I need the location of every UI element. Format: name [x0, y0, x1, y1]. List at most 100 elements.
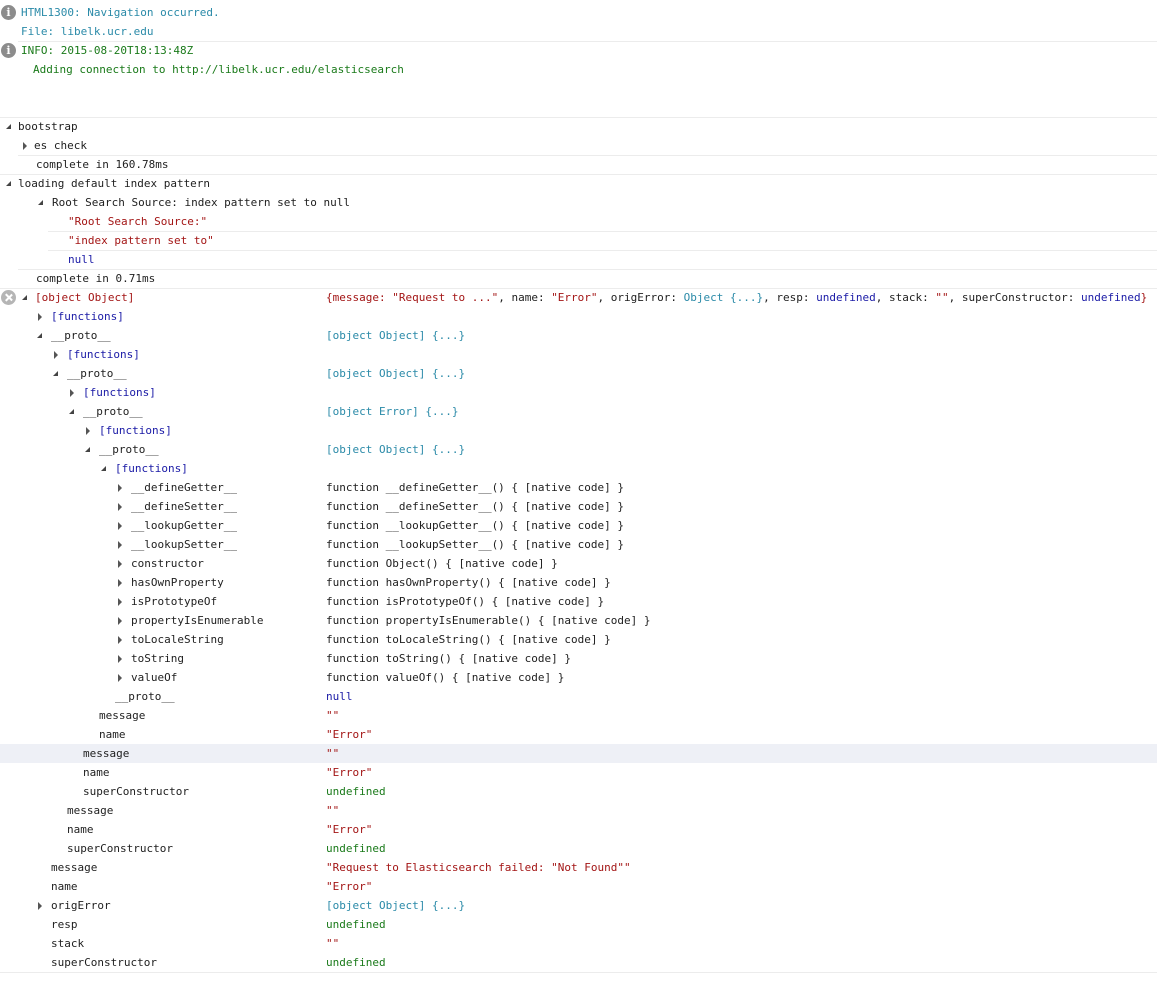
collapsed-triangle-icon[interactable]	[115, 535, 125, 554]
info-message-text: Adding connection to http://libelk.ucr.e…	[33, 63, 404, 76]
tree-row[interactable]: [functions]	[0, 459, 1157, 478]
property-value: "Error"	[326, 728, 373, 741]
nav-file-text: File: libelk.ucr.edu	[21, 25, 154, 38]
summary-token: undefined	[816, 291, 876, 304]
property-value: function isPrototypeOf() { [native code]…	[326, 595, 605, 608]
expanded-triangle-icon[interactable]	[4, 174, 14, 193]
expanded-triangle-icon[interactable]	[4, 117, 14, 136]
summary-token: , name:	[498, 291, 552, 304]
property-key: [functions]	[99, 424, 172, 437]
property-value: "Error"	[326, 823, 373, 836]
collapsed-triangle-icon[interactable]	[115, 668, 125, 687]
expanded-triangle-icon[interactable]	[20, 288, 30, 307]
expanded-triangle-icon[interactable]	[36, 193, 46, 212]
collapsed-triangle-icon[interactable]	[115, 516, 125, 535]
expanded-triangle-icon[interactable]	[35, 326, 45, 345]
property-value: function __lookupGetter__() { [native co…	[326, 519, 625, 532]
tree-row[interactable]: __lookupGetter__ function __lookupGetter_…	[0, 516, 1157, 535]
tree-row[interactable]: __lookupSetter__ function __lookupSetter_…	[0, 535, 1157, 554]
property-key: superConstructor	[67, 842, 173, 855]
tree-row[interactable]: __proto__ [object Error] {...}	[0, 402, 1157, 421]
tree-row[interactable]: [functions]	[0, 383, 1157, 402]
collapsed-triangle-icon[interactable]	[115, 649, 125, 668]
property-key: constructor	[131, 557, 204, 570]
expanded-triangle-icon[interactable]	[51, 364, 61, 383]
property-key: name	[51, 880, 78, 893]
property-value: function __defineGetter__() { [native co…	[326, 481, 625, 494]
property-value: function valueOf() { [native code] }	[326, 671, 565, 684]
summary-token: "Request to ..."	[392, 291, 499, 304]
root-search-source-message[interactable]: Root Search Source: index pattern set to…	[0, 193, 1157, 212]
property-value: function hasOwnProperty() { [native code…	[326, 576, 611, 589]
tree-row[interactable]: propertyIsEnumerable function propertyIsE…	[0, 611, 1157, 630]
collapsed-triangle-icon[interactable]	[115, 554, 125, 573]
tree-row[interactable]: __defineGetter__ function __defineGetter_…	[0, 478, 1157, 497]
tree-row: message "Request to Elasticsearch failed:…	[0, 858, 1157, 877]
null-value: null	[68, 253, 95, 266]
tree-row: message ""	[0, 744, 1157, 763]
tree-row[interactable]: [functions]	[0, 345, 1157, 364]
tree-row[interactable]: constructor function Object() { [native c…	[0, 554, 1157, 573]
tree-row[interactable]: isPrototypeOf function isPrototypeOf() { …	[0, 592, 1157, 611]
property-key: [functions]	[83, 386, 156, 399]
property-key: name	[83, 766, 110, 779]
property-key: toString	[131, 652, 184, 665]
property-value: [object Object] {...}	[326, 367, 466, 380]
tree-row[interactable]: __proto__ [object Object] {...}	[0, 326, 1157, 345]
group-bootstrap[interactable]: bootstrap	[0, 117, 1157, 136]
tree-row[interactable]: toLocaleString function toLocaleString() …	[0, 630, 1157, 649]
collapsed-triangle-icon[interactable]	[115, 478, 125, 497]
expanded-triangle-icon[interactable]	[99, 459, 109, 478]
tree-row[interactable]: __proto__ [object Object] {...}	[0, 364, 1157, 383]
expanded-triangle-icon[interactable]	[83, 440, 93, 459]
property-key: __proto__	[83, 405, 143, 418]
tree-row: resp undefined	[0, 915, 1157, 934]
collapsed-triangle-icon[interactable]	[115, 611, 125, 630]
property-key: hasOwnProperty	[131, 576, 224, 589]
property-value: [object Object] {...}	[326, 443, 466, 456]
property-key: isPrototypeOf	[131, 595, 218, 608]
tree-row[interactable]: [functions]	[0, 307, 1157, 326]
collapsed-triangle-icon[interactable]	[115, 630, 125, 649]
timing-text: complete in 160.78ms	[36, 158, 169, 171]
tree-row[interactable]: __defineSetter__ function __defineSetter_…	[0, 497, 1157, 516]
collapsed-triangle-icon[interactable]	[115, 573, 125, 592]
property-value: null	[326, 690, 353, 703]
property-value: function __lookupSetter__() { [native co…	[326, 538, 625, 551]
property-key: message	[83, 747, 130, 760]
collapsed-triangle-icon[interactable]	[115, 592, 125, 611]
console-message-navigation: i HTML1300: Navigation occurred.	[0, 3, 1157, 22]
collapsed-triangle-icon[interactable]	[35, 896, 45, 915]
property-value: [object Error] {...}	[326, 405, 459, 418]
string-value: "Root Search Source:"	[68, 215, 208, 228]
group-es-check[interactable]: es check	[0, 136, 1157, 155]
tree-row[interactable]: toString function toString() { [native co…	[0, 649, 1157, 668]
property-value: "Error"	[326, 880, 373, 893]
property-value: ""	[326, 709, 340, 722]
expanded-triangle-icon[interactable]	[67, 402, 77, 421]
error-label: [object Object]	[35, 291, 135, 304]
property-key: [functions]	[67, 348, 140, 361]
property-key: superConstructor	[83, 785, 189, 798]
property-value: [object Object] {...}	[326, 899, 466, 912]
property-value: ""	[326, 804, 340, 817]
group-loading-index-pattern[interactable]: loading default index pattern	[0, 174, 1157, 193]
error-summary: {message: "Request to ...", name: "Error…	[326, 288, 1147, 307]
tree-row: name "Error"	[0, 763, 1157, 782]
error-message[interactable]: [object Object] {message: "Request to ..…	[0, 288, 1157, 307]
tree-row: __proto__ null	[0, 687, 1157, 706]
property-value: ""	[326, 747, 340, 760]
tree-row[interactable]: origError [object Object] {...}	[0, 896, 1157, 915]
tree-row[interactable]: hasOwnProperty function hasOwnProperty() …	[0, 573, 1157, 592]
property-key: __proto__	[51, 329, 111, 342]
collapsed-triangle-icon[interactable]	[83, 421, 93, 440]
collapsed-triangle-icon[interactable]	[20, 136, 30, 155]
collapsed-triangle-icon[interactable]	[115, 497, 125, 516]
tree-row[interactable]: valueOf function valueOf() { [native code…	[0, 668, 1157, 687]
collapsed-triangle-icon[interactable]	[67, 383, 77, 402]
collapsed-triangle-icon[interactable]	[51, 345, 61, 364]
tree-row[interactable]: __proto__ [object Object] {...}	[0, 440, 1157, 459]
tree-row[interactable]: [functions]	[0, 421, 1157, 440]
collapsed-triangle-icon[interactable]	[35, 307, 45, 326]
property-key: resp	[51, 918, 78, 931]
